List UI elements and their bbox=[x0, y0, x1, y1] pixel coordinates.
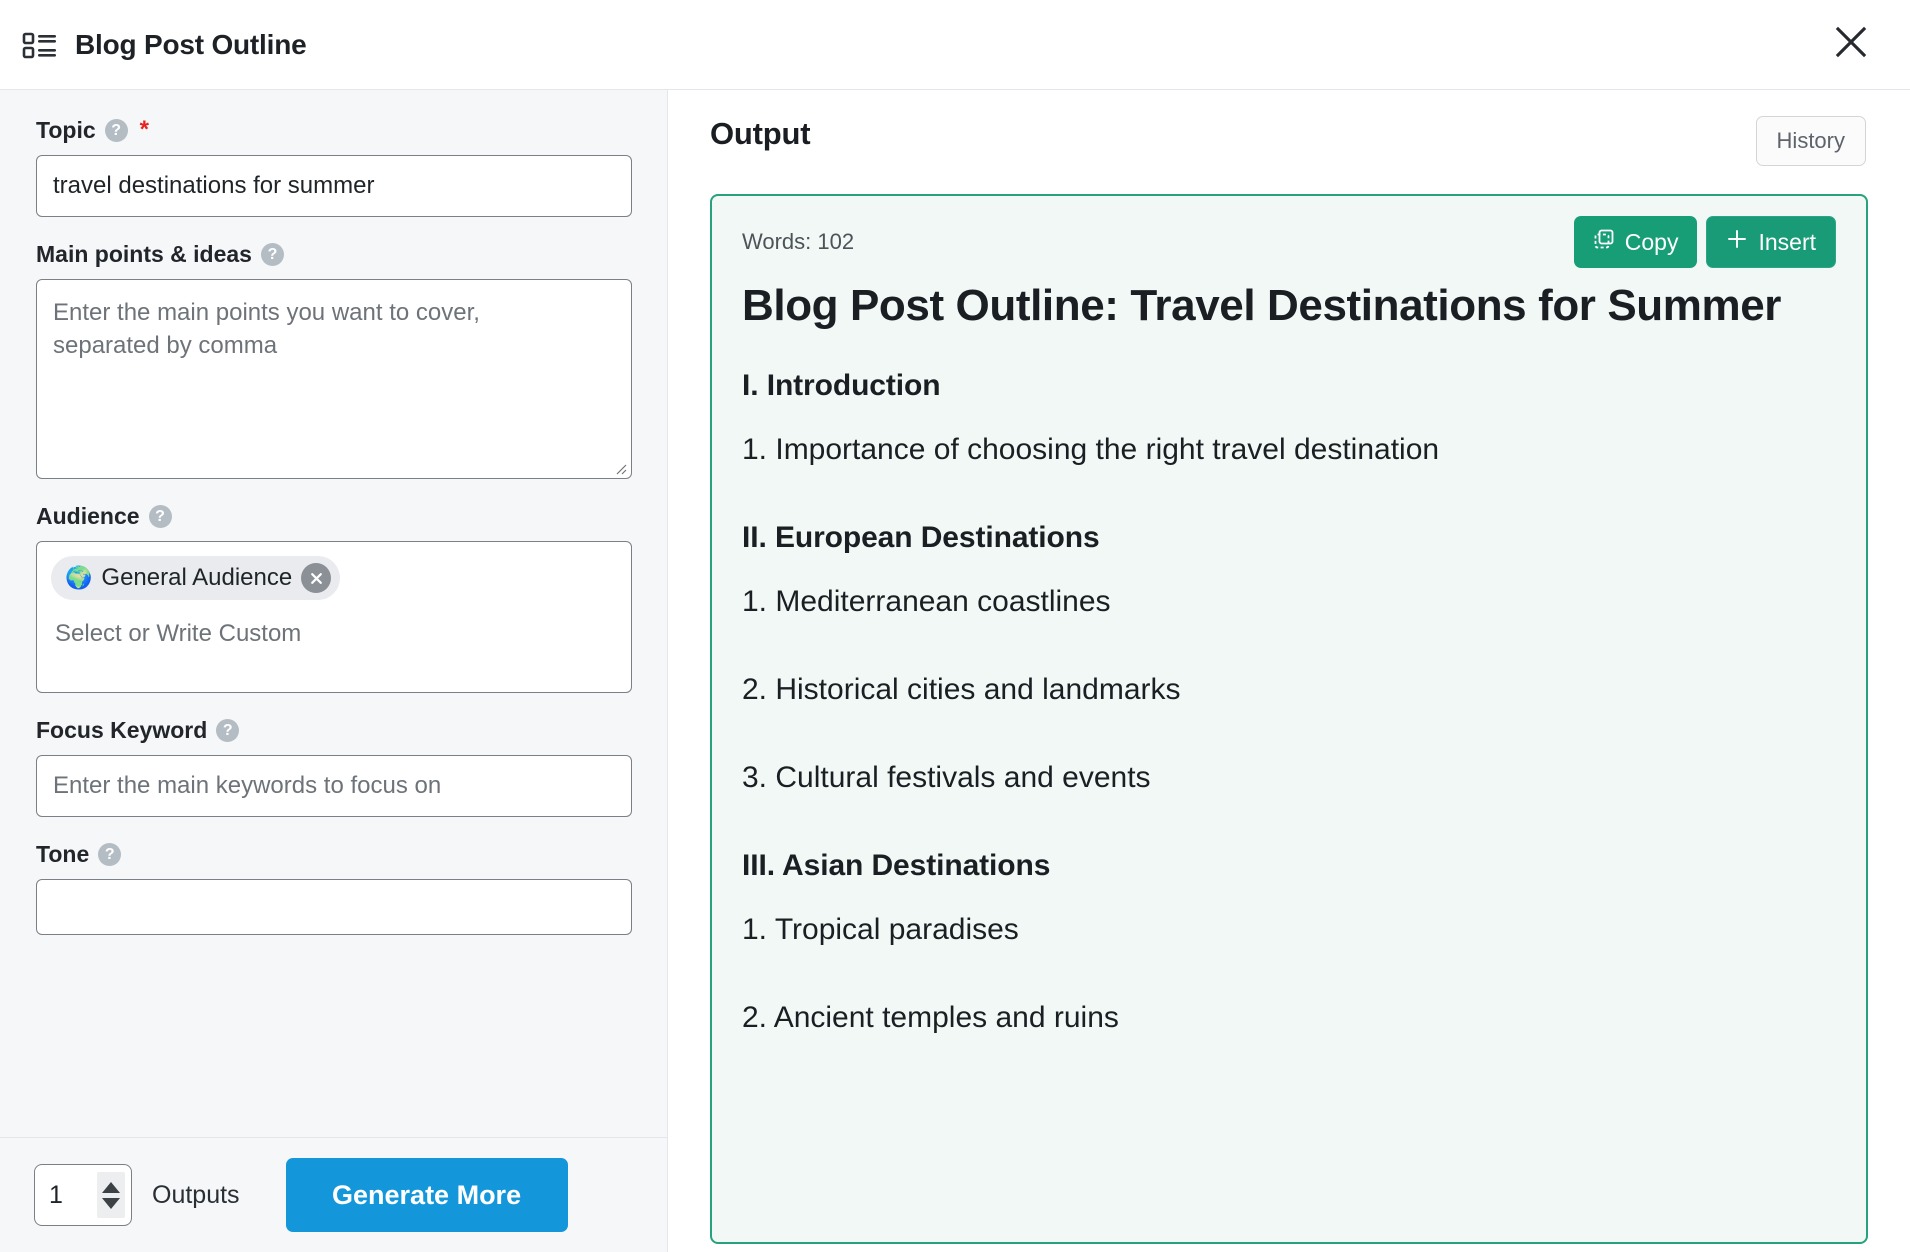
modal-header-left: Blog Post Outline bbox=[0, 28, 307, 62]
help-circle-icon[interactable]: ? bbox=[104, 118, 128, 142]
form-footer: 1 Outputs Generate More bbox=[0, 1137, 667, 1252]
field-topic-label: Topic ? * bbox=[36, 118, 632, 142]
help-circle-icon[interactable]: ? bbox=[260, 243, 284, 266]
output-list-item: 3. Cultural festivals and events bbox=[742, 760, 1151, 794]
tone-select[interactable] bbox=[36, 879, 632, 935]
copy-button[interactable]: Copy bbox=[1573, 216, 1698, 268]
help-circle-icon[interactable]: ? bbox=[148, 505, 172, 528]
field-main-points: Main points & ideas ? Enter the main poi… bbox=[36, 243, 632, 479]
copy-icon bbox=[1593, 228, 1615, 256]
blog-post-outline-modal: Blog Post Outline Topic ? * travel desti… bbox=[0, 0, 1910, 1252]
audience-placeholder: Select or Write Custom bbox=[55, 620, 302, 647]
output-list-item: 1. Importance of choosing the right trav… bbox=[742, 432, 1440, 466]
output-list-item: 2. Ancient temples and ruins bbox=[742, 1000, 1119, 1034]
audience-tag-input[interactable]: 🌍 General Audience Select or Write Custo… bbox=[36, 541, 632, 693]
main-points-placeholder: Enter the main points you want to cover,… bbox=[53, 299, 480, 360]
field-tone: Tone ? bbox=[36, 843, 632, 935]
insert-button-label: Insert bbox=[1758, 228, 1816, 255]
close-button[interactable] bbox=[1824, 18, 1878, 72]
output-card-actions: Copy Insert bbox=[1573, 216, 1836, 268]
copy-button-label: Copy bbox=[1624, 228, 1679, 255]
generate-more-button[interactable]: Generate More bbox=[285, 1158, 568, 1232]
field-tone-label: Tone ? bbox=[36, 843, 632, 866]
list-bullet-icon bbox=[22, 28, 58, 62]
form-panel: Topic ? * Main points & ideas ? Enter th… bbox=[0, 90, 668, 1252]
close-circle-icon[interactable] bbox=[301, 563, 332, 593]
field-main-points-label-text: Main points & ideas bbox=[36, 241, 252, 267]
audience-tag-label: General Audience bbox=[101, 564, 293, 591]
output-result-card: Words: 102 Copy Insert Blog Post Outline… bbox=[710, 194, 1868, 1244]
output-title: Output bbox=[710, 116, 811, 151]
outputs-stepper-value: 1 bbox=[49, 1180, 63, 1209]
output-panel: Output History Words: 102 Copy Insert Bl… bbox=[668, 90, 1910, 1252]
form-scroll-area[interactable]: Topic ? * Main points & ideas ? Enter th… bbox=[0, 90, 668, 1137]
output-list-item: 1. Tropical paradises bbox=[742, 912, 1019, 946]
resize-handle-icon[interactable] bbox=[613, 461, 627, 475]
chevron-down-icon[interactable] bbox=[102, 1197, 120, 1209]
topic-input[interactable] bbox=[36, 155, 632, 217]
field-audience-label: Audience ? bbox=[36, 505, 632, 528]
output-section-heading: I. Introduction bbox=[742, 368, 941, 402]
insert-button[interactable]: Insert bbox=[1706, 216, 1836, 268]
output-header: Output History bbox=[710, 116, 1866, 194]
field-focus-keyword-label-text: Focus Keyword bbox=[36, 717, 208, 743]
chevron-up-icon[interactable] bbox=[102, 1181, 120, 1193]
field-topic: Topic ? * bbox=[36, 118, 632, 217]
output-list-item: 1. Mediterranean coastlines bbox=[742, 584, 1111, 618]
outputs-stepper-arrows[interactable] bbox=[97, 1172, 125, 1218]
focus-keyword-input[interactable] bbox=[36, 755, 632, 817]
field-audience: Audience ? 🌍 General Audience Select or … bbox=[36, 505, 632, 693]
output-section-heading: III. Asian Destinations bbox=[742, 848, 1051, 882]
plus-icon bbox=[1726, 228, 1748, 256]
output-list-item: 2. Historical cities and landmarks bbox=[742, 672, 1181, 706]
close-icon bbox=[1833, 24, 1869, 65]
output-heading: Blog Post Outline: Travel Destinations f… bbox=[742, 281, 1782, 330]
globe-icon: 🌍 bbox=[65, 565, 93, 590]
field-topic-label-text: Topic bbox=[36, 116, 96, 143]
output-section-heading: II. European Destinations bbox=[742, 520, 1100, 554]
output-document: Blog Post Outline: Travel Destinations f… bbox=[742, 266, 1836, 1035]
field-audience-label-text: Audience bbox=[36, 503, 140, 529]
field-focus-keyword-label: Focus Keyword ? bbox=[36, 719, 632, 742]
outputs-label: Outputs bbox=[152, 1180, 240, 1209]
history-button[interactable]: History bbox=[1755, 116, 1866, 166]
output-card-topbar: Words: 102 Copy Insert bbox=[742, 216, 1836, 268]
required-marker: * bbox=[139, 116, 149, 143]
outputs-stepper[interactable]: 1 bbox=[34, 1164, 132, 1226]
help-circle-icon[interactable]: ? bbox=[98, 843, 122, 866]
audience-tag[interactable]: 🌍 General Audience bbox=[51, 556, 341, 600]
word-count-label: Words: 102 bbox=[742, 229, 855, 254]
field-tone-label-text: Tone bbox=[36, 841, 90, 867]
help-circle-icon[interactable]: ? bbox=[216, 719, 240, 742]
field-focus-keyword: Focus Keyword ? bbox=[36, 719, 632, 817]
field-main-points-label: Main points & ideas ? bbox=[36, 243, 632, 266]
main-points-textarea[interactable]: Enter the main points you want to cover,… bbox=[36, 279, 632, 479]
page-title: Blog Post Outline bbox=[75, 28, 307, 60]
modal-body: Topic ? * Main points & ideas ? Enter th… bbox=[0, 90, 1910, 1252]
modal-header: Blog Post Outline bbox=[0, 0, 1910, 90]
